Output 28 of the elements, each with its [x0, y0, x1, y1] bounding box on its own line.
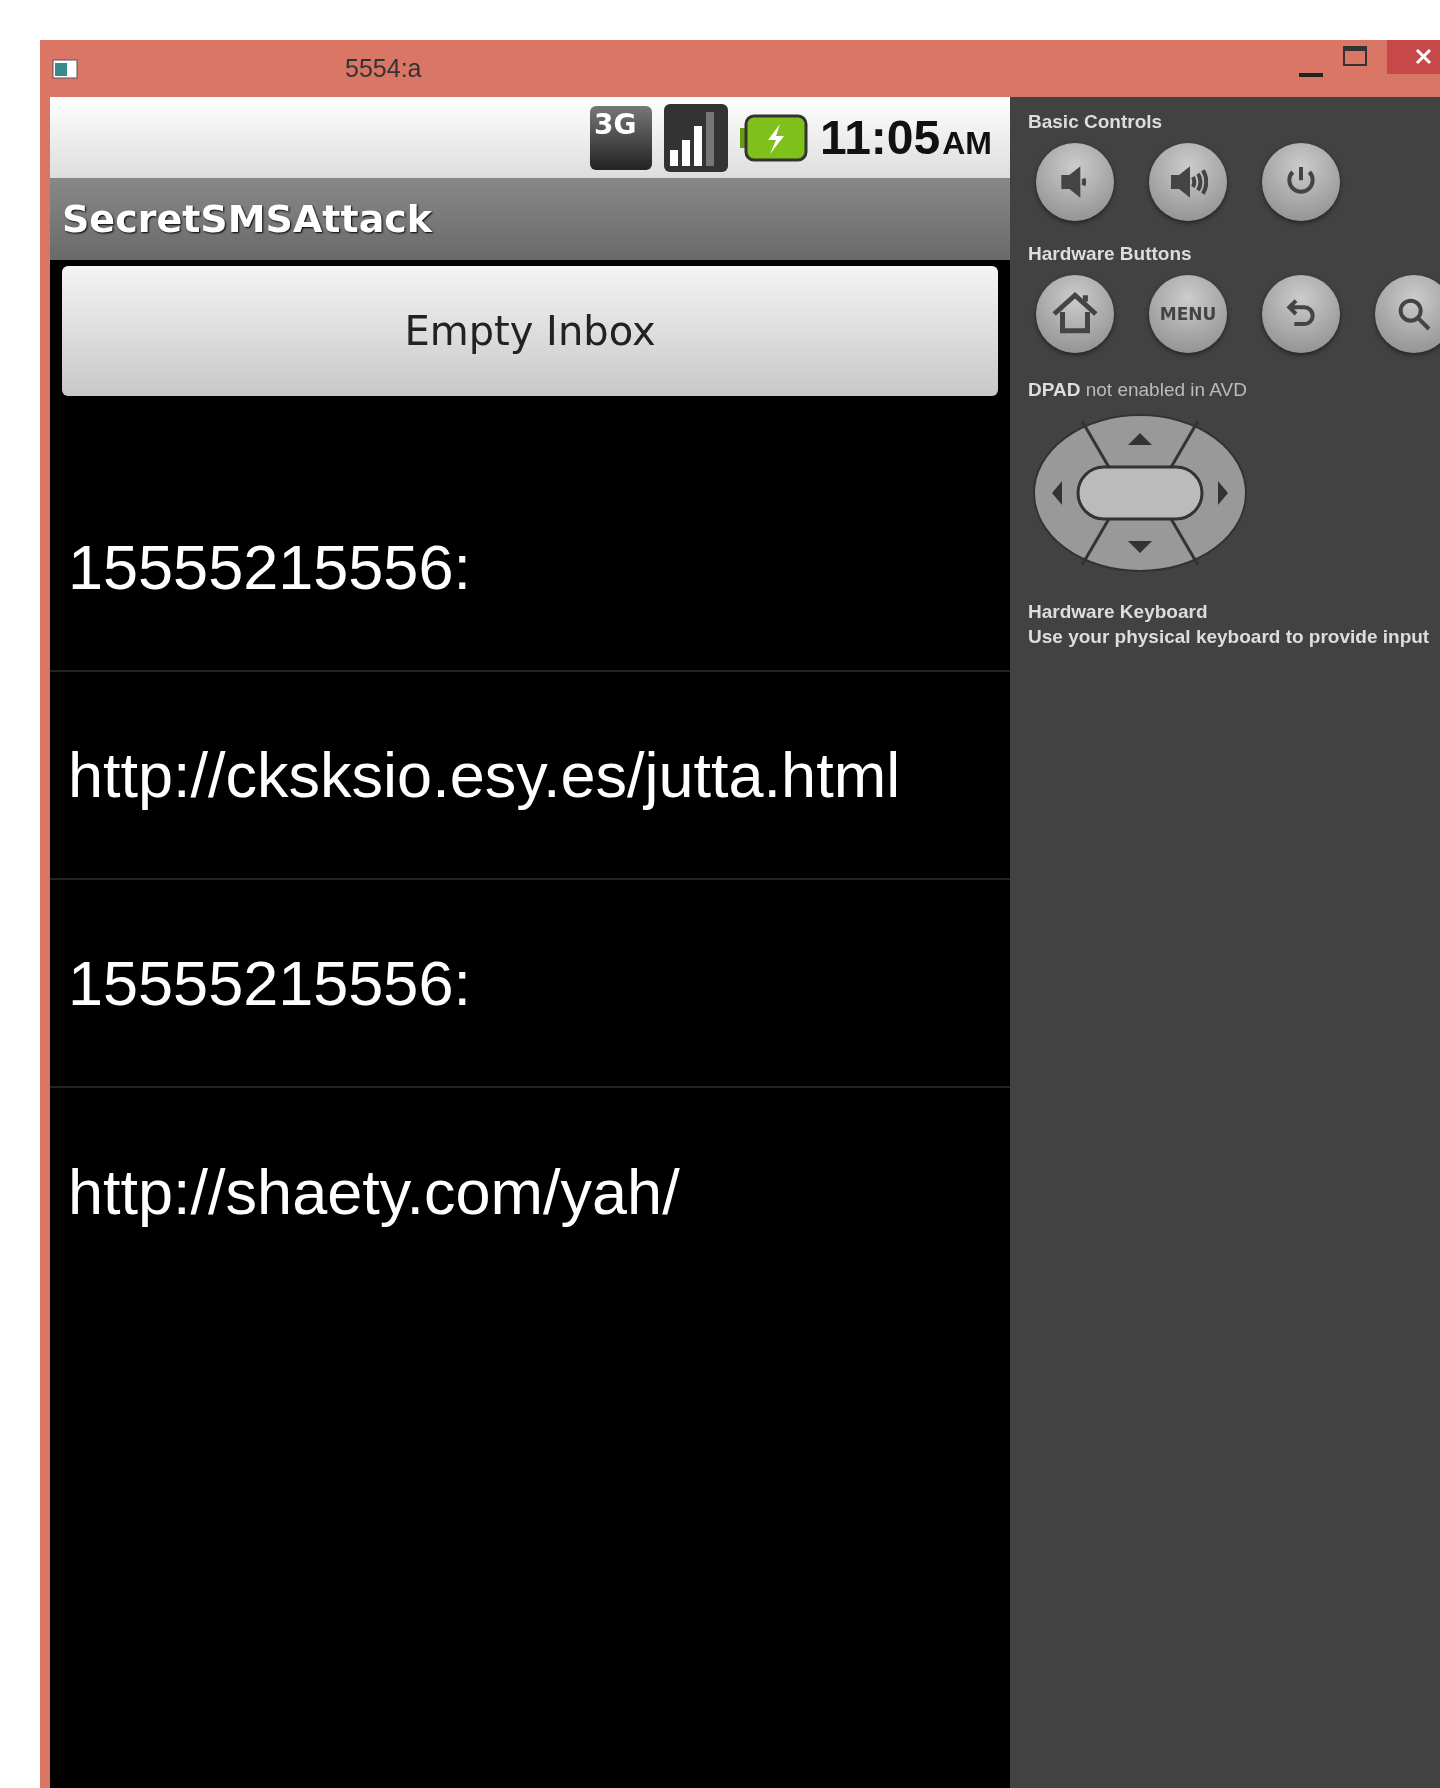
power-button[interactable] [1262, 143, 1340, 221]
clock-time: 11:05 [820, 110, 941, 165]
clock-meridiem: AM [942, 125, 992, 162]
empty-inbox-button[interactable]: Empty Inbox [62, 266, 998, 396]
message-text: http://shaety.com/yah/ [68, 1156, 680, 1228]
section-label: DPAD not enabled in AVD [1028, 379, 1248, 401]
volume-down-button[interactable] [1036, 143, 1114, 221]
battery-charging-icon [740, 113, 809, 162]
back-button[interactable] [1262, 275, 1340, 353]
maximize-icon[interactable] [1343, 46, 1367, 66]
close-icon[interactable] [1387, 40, 1440, 74]
section-label: Basic Controls [1028, 111, 1164, 133]
menu-button[interactable]: MENU [1149, 275, 1227, 353]
network-type-icon: 3G [590, 105, 653, 170]
signal-icon [664, 103, 729, 172]
window-icon [52, 58, 78, 79]
message-text: http://cksksio.esy.es/jutta.html [68, 739, 901, 811]
keyboard-hint: Use your physical keyboard to provide input [1028, 626, 1431, 648]
minimize-icon[interactable] [1299, 72, 1323, 77]
volume-up-button[interactable] [1149, 143, 1227, 221]
search-button[interactable] [1375, 275, 1440, 353]
section-label: Hardware Buttons [1028, 243, 1193, 265]
section-label: Hardware Keyboard [1028, 601, 1209, 623]
app-title: SecretSMSAttack [62, 197, 433, 241]
window-title: 5554:a [344, 54, 423, 83]
message-text: 15555215556: [68, 531, 471, 603]
message-text: 15555215556: [68, 947, 471, 1019]
home-button[interactable] [1036, 275, 1114, 353]
